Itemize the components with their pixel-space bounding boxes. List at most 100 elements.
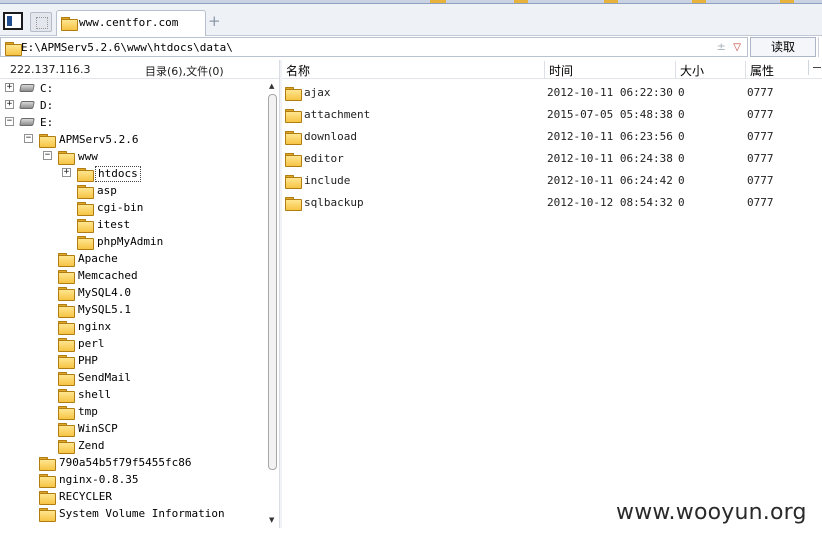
tree-node[interactable]: − APMServ5.2.6 xyxy=(0,131,266,148)
tree-node[interactable]: itest xyxy=(0,216,266,233)
read-button[interactable]: 读取 xyxy=(750,37,816,57)
folder-icon xyxy=(58,389,75,403)
tree-node[interactable]: MySQL5.1 xyxy=(0,301,266,318)
scroll-thumb[interactable] xyxy=(268,94,277,470)
folder-icon xyxy=(285,87,302,101)
file-row[interactable]: sqlbackup 2012-10-12 08:54:32 0 0777 xyxy=(282,192,822,214)
tree-node-label: RECYCLER xyxy=(59,490,112,503)
tree-node[interactable]: 790a54b5f79f5455fc86 xyxy=(0,454,266,471)
folder-icon xyxy=(61,17,78,31)
file-row[interactable]: ajax 2012-10-11 06:22:30 0 0777 xyxy=(282,82,822,104)
tree-node[interactable]: Apache xyxy=(0,250,266,267)
expand-icon[interactable]: + xyxy=(5,100,14,109)
collapse-icon[interactable]: − xyxy=(5,117,14,126)
tree-node[interactable]: SendMail xyxy=(0,369,266,386)
tree-node-label: cgi-bin xyxy=(97,201,144,214)
folder-icon xyxy=(285,175,302,189)
folder-icon xyxy=(39,508,56,522)
tree-scrollbar[interactable]: ▲ ▼ xyxy=(266,80,279,526)
folder-icon xyxy=(285,197,302,211)
drive-icon xyxy=(19,101,35,109)
file-row[interactable]: editor 2012-10-11 06:24:38 0 0777 xyxy=(282,148,822,170)
new-tab-button[interactable]: + xyxy=(208,14,221,29)
collapse-icon[interactable]: − xyxy=(43,151,52,160)
folder-icon xyxy=(58,304,75,318)
tree-node[interactable]: asp xyxy=(0,182,266,199)
tree-node[interactable]: Memcached xyxy=(0,267,266,284)
column-size[interactable]: 大小 xyxy=(675,61,745,79)
file-time: 2012-10-11 06:24:38 xyxy=(547,152,673,165)
tree-node[interactable]: shell xyxy=(0,386,266,403)
file-time: 2012-10-11 06:22:30 xyxy=(547,86,673,99)
directory-tree[interactable]: + C: + D: − E: − APMServ5.2.6− www + htdocs asp cgi-… xyxy=(0,80,266,526)
tree-node[interactable]: + htdocs xyxy=(0,165,266,182)
tree-node[interactable]: RECYCLER xyxy=(0,488,266,505)
file-row[interactable]: attachment 2015-07-05 05:48:38 0 0777 xyxy=(282,104,822,126)
folder-icon xyxy=(285,153,302,167)
folder-icon xyxy=(39,457,56,471)
panel-toggle-button[interactable] xyxy=(3,12,23,30)
tree-node[interactable]: + C: xyxy=(0,80,266,97)
folder-icon xyxy=(39,474,56,488)
scroll-down-icon[interactable]: ▼ xyxy=(269,516,274,524)
folder-icon xyxy=(58,253,75,267)
folder-icon xyxy=(77,202,94,216)
folder-icon xyxy=(58,270,75,284)
file-attr: 0777 xyxy=(747,130,774,143)
tree-node[interactable]: PHP xyxy=(0,352,266,369)
tree-node[interactable]: − www xyxy=(0,148,266,165)
file-list: ajax 2012-10-11 06:22:30 0 0777 attachment 20… xyxy=(282,82,822,522)
expand-icon[interactable]: + xyxy=(62,168,71,177)
tab-centfor[interactable]: www.centfor.com xyxy=(56,10,206,36)
tree-node[interactable]: + D: xyxy=(0,97,266,114)
tree-node[interactable]: MySQL4.0 xyxy=(0,284,266,301)
folder-icon xyxy=(58,423,75,437)
folder-icon xyxy=(58,406,75,420)
column-attr[interactable]: 属性 xyxy=(745,61,807,79)
tree-node-label: E: xyxy=(40,116,54,129)
path-input[interactable]: E:\APMServ5.2.6\www\htdocs\data\ ± ▽ xyxy=(0,37,748,57)
file-size: 0 xyxy=(678,196,685,209)
tree-node-label: 790a54b5f79f5455fc86 xyxy=(59,456,192,469)
tree-node-label: perl xyxy=(78,337,105,350)
expand-icon[interactable]: + xyxy=(5,83,14,92)
file-attr: 0777 xyxy=(747,196,774,209)
tree-node[interactable]: cgi-bin xyxy=(0,199,266,216)
tree-node[interactable]: WinSCP xyxy=(0,420,266,437)
file-attr: 0777 xyxy=(747,174,774,187)
address-bar: E:\APMServ5.2.6\www\htdocs\data\ ± ▽ 读取 xyxy=(0,37,822,59)
file-size: 0 xyxy=(678,174,685,187)
folder-icon xyxy=(58,355,75,369)
tree-node[interactable]: phpMyAdmin xyxy=(0,233,266,250)
column-menu-button[interactable] xyxy=(808,60,822,75)
blank-tab[interactable] xyxy=(30,12,52,32)
tree-node[interactable]: nginx xyxy=(0,318,266,335)
tree-node[interactable]: Zend xyxy=(0,437,266,454)
folder-icon xyxy=(77,236,94,250)
tree-node[interactable]: System Volume Information xyxy=(0,505,266,522)
column-time[interactable]: 时间 xyxy=(544,61,674,79)
file-size: 0 xyxy=(678,130,685,143)
file-name: attachment xyxy=(304,108,371,121)
tree-node-label: tmp xyxy=(78,405,98,418)
chevron-down-icon[interactable]: ▽ xyxy=(733,42,741,53)
tab-label: www.centfor.com xyxy=(79,16,179,29)
file-time: 2012-10-11 06:23:56 xyxy=(547,130,673,143)
folder-icon xyxy=(58,287,75,301)
plus-minus-icon[interactable]: ± xyxy=(717,40,726,53)
tree-node[interactable]: tmp xyxy=(0,403,266,420)
scroll-up-icon[interactable]: ▲ xyxy=(269,82,274,90)
tree-node[interactable]: nginx-0.8.35 xyxy=(0,471,266,488)
tree-node-label: www xyxy=(78,150,98,163)
file-time: 2012-10-11 06:24:42 xyxy=(547,174,673,187)
item-count: 目录(6),文件(0) xyxy=(145,65,224,78)
tree-node[interactable]: − E: xyxy=(0,114,266,131)
file-row[interactable]: download 2012-10-11 06:23:56 0 0777 xyxy=(282,126,822,148)
column-name[interactable]: 名称 xyxy=(282,61,544,79)
file-row[interactable]: include 2012-10-11 06:24:42 0 0777 xyxy=(282,170,822,192)
tree-node[interactable]: perl xyxy=(0,335,266,352)
path-text: E:\APMServ5.2.6\www\htdocs\data\ xyxy=(21,41,233,54)
tree-node-label: C: xyxy=(40,82,54,95)
collapse-icon[interactable]: − xyxy=(24,134,33,143)
drive-icon xyxy=(19,118,35,126)
